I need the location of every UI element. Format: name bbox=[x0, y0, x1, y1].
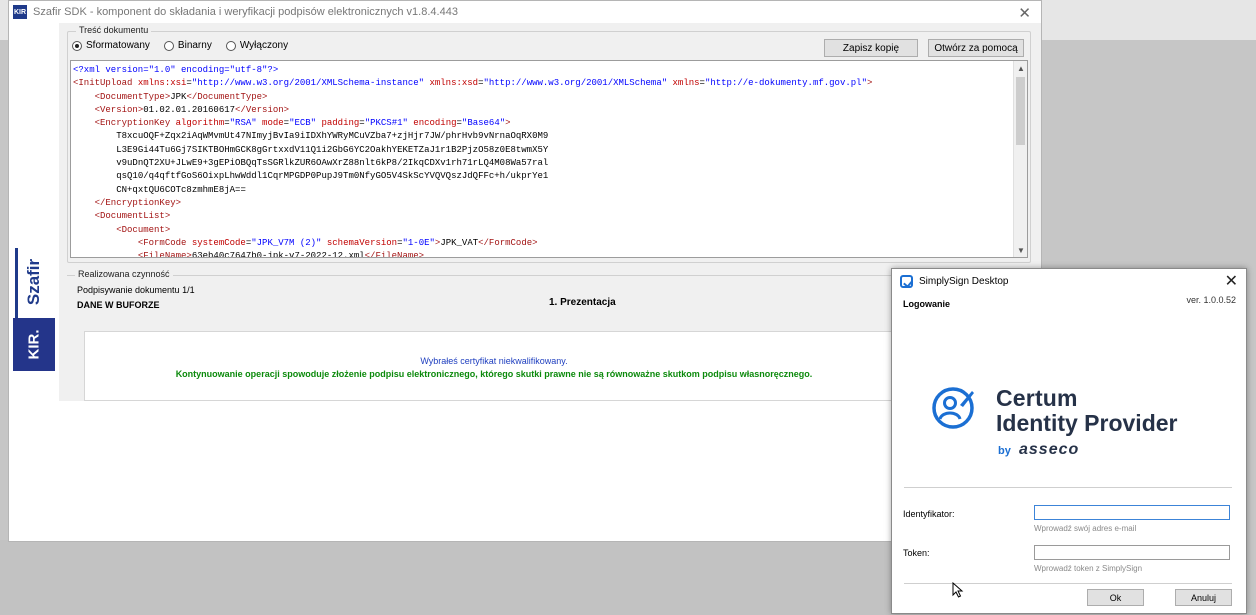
radio-unchecked-icon bbox=[163, 40, 174, 51]
scroll-thumb[interactable] bbox=[1016, 77, 1025, 145]
xml-line: L3E9Gi44Tu6Gj7SIKTBOHmGCK8gGrtxxdV11Q1i2… bbox=[116, 144, 549, 155]
scroll-down-icon[interactable]: ▼ bbox=[1014, 243, 1027, 257]
szafir-titlebar: KIR Szafir SDK - komponent do składania … bbox=[9, 1, 1041, 23]
divider bbox=[904, 487, 1232, 488]
xml-line: <DocumentList> bbox=[94, 211, 171, 222]
xml-line: CN+qxtQU6COTc8zmhmE8jA== bbox=[116, 184, 246, 195]
xml-viewer[interactable]: <?xml version="1.0" encoding="utf-8"?> <I… bbox=[70, 60, 1028, 258]
xml-line: <FileName>63eb40c7647b0-jpk-v7-2022-12.x… bbox=[137, 251, 425, 258]
cancel-button[interactable]: Anuluj bbox=[1175, 589, 1232, 606]
xml-line: <Version>01.02.01.20160617</Version> bbox=[94, 104, 290, 115]
szafir-window: KIR Szafir SDK - komponent do składania … bbox=[8, 0, 1042, 542]
xml-line: qsQ10/q4qftfGoS6OixpLhwWddl1CqrMPGDP0Pup… bbox=[116, 171, 549, 182]
simplysign-title: SimplySign Desktop bbox=[919, 275, 1009, 287]
close-icon[interactable]: ✕ bbox=[1225, 271, 1238, 291]
logo-line-2: Identity Provider bbox=[996, 410, 1178, 436]
asseco-logo: asseco bbox=[1019, 441, 1080, 458]
token-label: Token: bbox=[903, 548, 930, 558]
logo-line-1: Certum bbox=[996, 385, 1078, 411]
identifier-input[interactable] bbox=[1034, 505, 1230, 520]
save-copy-button[interactable]: Zapisz kopię bbox=[824, 39, 918, 57]
open-with-button[interactable]: Otwórz za pomocą bbox=[928, 39, 1024, 57]
xml-line: <Document> bbox=[116, 224, 171, 235]
xml-code: <?xml version="1.0" encoding="utf-8"?> <I… bbox=[71, 61, 1027, 258]
legal-warning-message: Kontynuowanie operacji spowoduje złożeni… bbox=[175, 369, 813, 379]
logo-by: by bbox=[998, 445, 1011, 457]
szafir-lower-area bbox=[9, 401, 1041, 541]
document-content-label: Treść dokumentu bbox=[76, 25, 152, 35]
token-input[interactable] bbox=[1034, 545, 1230, 560]
buffer-label: DANE W BUFORZE bbox=[77, 300, 160, 310]
szafir-logo: Szafir bbox=[24, 258, 44, 306]
kir-app-icon: KIR bbox=[13, 5, 27, 19]
certum-person-icon bbox=[932, 387, 974, 429]
xml-line: v9uDnQT2XU+JLwE9+3gEPiOBQqTsSGRlkZUR6OAw… bbox=[116, 158, 549, 169]
xml-scrollbar[interactable]: ▲ ▼ bbox=[1013, 61, 1027, 257]
view-mode-radios: Sformatowany Binarny Wyłączony bbox=[72, 40, 288, 51]
window-title: Szafir SDK - komponent do składania i we… bbox=[33, 6, 458, 18]
xml-line: T8xcuOQF+Zqx2iAqWMvmUt47NImyjBvIa9iIDXhY… bbox=[116, 131, 549, 142]
token-hint: Wprowadź token z SimplySign bbox=[1034, 564, 1143, 573]
radio-checked-icon bbox=[72, 40, 82, 51]
mouse-cursor-icon bbox=[952, 582, 964, 598]
xml-line: <FormCode systemCode="JPK_V7M (2)" schem… bbox=[137, 237, 538, 248]
szafir-sidebar: Szafir KIR. bbox=[9, 23, 59, 401]
step-title: 1. Prezentacja bbox=[549, 297, 616, 308]
close-icon[interactable]: ✕ bbox=[1018, 4, 1031, 22]
radio-formatted[interactable]: Sformatowany bbox=[72, 40, 150, 51]
simplysign-titlebar: SimplySign Desktop bbox=[892, 269, 1246, 293]
kir-logo: KIR. bbox=[13, 318, 55, 371]
certificate-message: Wybrałeś certyfikat niekwalifikowany. bbox=[420, 356, 568, 366]
xml-line: </EncryptionKey> bbox=[94, 197, 182, 208]
xml-line: <DocumentType>JPK</DocumentType> bbox=[94, 91, 268, 102]
radio-off[interactable]: Wyłączony bbox=[225, 40, 288, 51]
identifier-hint: Wprowadź swój adres e-mail bbox=[1034, 524, 1137, 533]
radio-unchecked-icon bbox=[225, 40, 236, 51]
message-panel: Wybrałeś certyfikat niekwalifikowany. Ko… bbox=[84, 331, 904, 401]
ok-button[interactable]: Ok bbox=[1087, 589, 1144, 606]
simplysign-window: SimplySign Desktop ✕ Logowanie ver. 1.0.… bbox=[891, 268, 1247, 614]
certum-logo: Certum Identity Provider by asseco bbox=[930, 385, 1230, 465]
document-content-group: Treść dokumentu Sformatowany Binarny Wył… bbox=[67, 25, 1031, 263]
action-group-label: Realizowana czynność bbox=[75, 269, 173, 279]
xml-line: <EncryptionKey algorithm="RSA" mode="ECB… bbox=[94, 118, 511, 129]
identifier-label: Identyfikator: bbox=[903, 509, 955, 519]
signing-progress-text: Podpisywanie dokumentu 1/1 bbox=[77, 285, 195, 295]
scroll-up-icon[interactable]: ▲ bbox=[1014, 61, 1027, 75]
simplysign-icon bbox=[900, 274, 913, 288]
radio-binary[interactable]: Binarny bbox=[163, 40, 212, 51]
version-label: ver. 1.0.0.52 bbox=[1186, 295, 1236, 305]
xml-line: <?xml version="1.0" encoding="utf-8"?> bbox=[73, 65, 279, 75]
login-heading: Logowanie bbox=[903, 299, 950, 309]
xml-line: <InitUpload xmlns:xsi="http://www.w3.org… bbox=[73, 78, 873, 89]
desktop-background-lower bbox=[0, 540, 900, 615]
